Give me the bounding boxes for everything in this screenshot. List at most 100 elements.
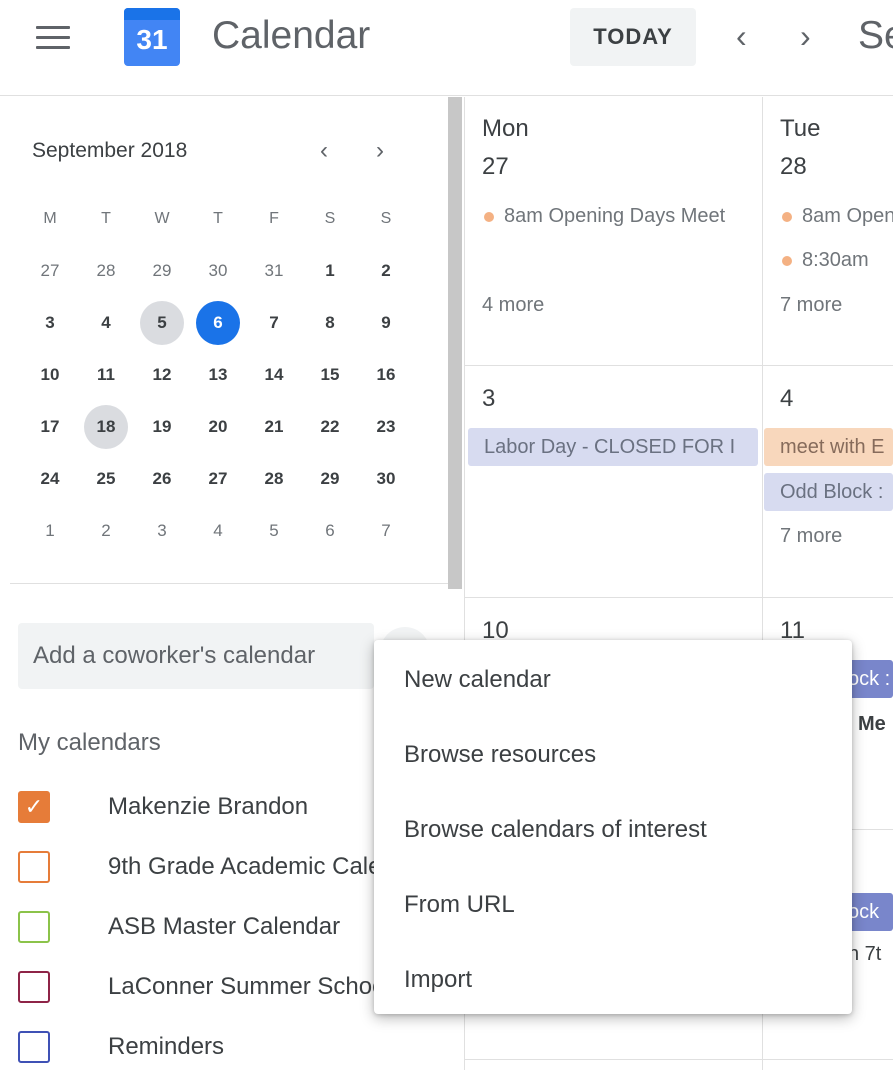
checkbox-icon[interactable]: [18, 851, 50, 883]
mini-calendar-day[interactable]: 22: [302, 405, 358, 449]
more-events-link[interactable]: 7 more: [780, 525, 842, 548]
mini-calendar-day[interactable]: 7: [358, 509, 414, 553]
mini-calendar-day[interactable]: 15: [302, 353, 358, 397]
mini-calendar-day[interactable]: 4: [190, 509, 246, 553]
day-number: 17: [40, 417, 60, 436]
day-number: 6: [196, 301, 240, 345]
mini-calendar-day[interactable]: 6: [302, 509, 358, 553]
mini-calendar-day[interactable]: 31: [246, 249, 302, 293]
top-app-bar: 31 Calendar TODAY ‹ › Se: [0, 0, 893, 96]
checkbox-icon[interactable]: [18, 971, 50, 1003]
mini-calendar-day[interactable]: 29: [302, 457, 358, 501]
checkbox-checked-icon[interactable]: ✓: [18, 791, 50, 823]
day-number: 27: [40, 261, 60, 280]
mini-calendar-title: September 2018: [32, 139, 188, 162]
day-number: 14: [264, 365, 284, 384]
calendar-name: LaConner Summer School: [108, 973, 391, 1000]
mini-calendar-day[interactable]: 27: [190, 457, 246, 501]
event-dot-icon: [782, 255, 792, 266]
prev-period-icon[interactable]: ‹: [736, 18, 747, 55]
mini-calendar-day[interactable]: 20: [190, 405, 246, 449]
event-text[interactable]: n 7t: [848, 943, 881, 966]
event-chip[interactable]: Labor Day - CLOSED FOR I: [468, 428, 758, 466]
mini-calendar-day[interactable]: 14: [246, 353, 302, 397]
mini-calendar-day[interactable]: 19: [134, 405, 190, 449]
event-item[interactable]: 8am Opening: [782, 205, 893, 228]
mini-calendar-day[interactable]: 17: [22, 405, 78, 449]
menu-item-browse-resources[interactable]: Browse resources: [374, 717, 852, 792]
mini-calendar-day[interactable]: 24: [22, 457, 78, 501]
event-item[interactable]: 8:30am: [782, 249, 893, 272]
checkbox-icon[interactable]: [18, 911, 50, 943]
mini-calendar-day[interactable]: 1: [302, 249, 358, 293]
sidebar-scrollbar[interactable]: [448, 97, 462, 589]
mini-calendar-day[interactable]: 2: [358, 249, 414, 293]
day-number[interactable]: 28: [780, 153, 807, 181]
mini-calendar-day[interactable]: 28: [246, 457, 302, 501]
menu-item-from-url[interactable]: From URL: [374, 867, 852, 942]
event-chip[interactable]: Odd Block :: [764, 473, 893, 511]
add-coworker-input[interactable]: [18, 623, 374, 689]
mini-calendar-today[interactable]: 6: [190, 301, 246, 345]
day-number: 5: [140, 301, 184, 345]
mini-calendar-day[interactable]: 4: [78, 301, 134, 345]
mini-calendar-day[interactable]: 12: [134, 353, 190, 397]
mini-calendar-prev-icon[interactable]: ‹: [320, 137, 328, 165]
next-period-icon[interactable]: ›: [800, 18, 811, 55]
mini-calendar-day[interactable]: 1: [22, 509, 78, 553]
mini-calendar-day[interactable]: 11: [78, 353, 134, 397]
menu-item-browse-calendars-of-interest[interactable]: Browse calendars of interest: [374, 792, 852, 867]
day-number: 1: [45, 521, 55, 540]
event-dot-icon: [484, 211, 494, 222]
mini-calendar-next-icon[interactable]: ›: [376, 137, 384, 165]
event-item[interactable]: 8am Opening Days Meet: [484, 205, 758, 228]
mini-calendar-day[interactable]: 29: [134, 249, 190, 293]
mini-calendar-day[interactable]: 21: [246, 405, 302, 449]
day-number: 5: [269, 521, 279, 540]
weekday-label: M: [43, 210, 57, 227]
mini-calendar-day[interactable]: 3: [134, 509, 190, 553]
event-chip[interactable]: meet with E: [764, 428, 893, 466]
day-number[interactable]: 4: [780, 385, 793, 413]
today-button[interactable]: TODAY: [570, 8, 696, 66]
event-text[interactable]: Me: [858, 713, 886, 736]
mini-calendar-day[interactable]: 10: [22, 353, 78, 397]
menu-item-import[interactable]: Import: [374, 942, 852, 1017]
mini-calendar-day[interactable]: 30: [190, 249, 246, 293]
mini-calendar-day[interactable]: 5: [246, 509, 302, 553]
mini-calendar-day[interactable]: 23: [358, 405, 414, 449]
day-number: 18: [84, 405, 128, 449]
mini-calendar-day[interactable]: 2: [78, 509, 134, 553]
calendar-logo-icon[interactable]: 31: [124, 8, 180, 66]
day-number: 11: [97, 365, 115, 384]
mini-calendar-weekdays: MTWTFSS: [22, 193, 414, 245]
mini-calendar-week: 3 4 56 7 8 9: [22, 297, 414, 349]
mini-calendar-day[interactable]: 7: [246, 301, 302, 345]
day-number: 30: [208, 261, 228, 280]
weekday-label: T: [101, 210, 111, 227]
menu-item-new-calendar[interactable]: New calendar: [374, 642, 852, 717]
mini-calendar-day[interactable]: 16: [358, 353, 414, 397]
day-number[interactable]: 3: [482, 385, 495, 413]
calendar-list-item[interactable]: Reminders: [18, 1029, 458, 1065]
day-number[interactable]: 27: [482, 153, 509, 181]
mini-calendar-week: 17 18 19 20 21 22 23: [22, 401, 414, 453]
checkbox-icon[interactable]: [18, 1031, 50, 1063]
main-menu-icon[interactable]: [36, 26, 72, 52]
mini-calendar-day[interactable]: 25: [78, 457, 134, 501]
day-number: 3: [157, 521, 167, 540]
mini-calendar-day[interactable]: 18: [78, 405, 134, 449]
mini-calendar-day[interactable]: 30: [358, 457, 414, 501]
mini-calendar-day[interactable]: 27: [22, 249, 78, 293]
mini-calendar-day[interactable]: 28: [78, 249, 134, 293]
mini-calendar-day[interactable]: 3: [22, 301, 78, 345]
more-events-link[interactable]: 7 more: [780, 294, 842, 317]
weekday-label: T: [213, 210, 223, 227]
mini-calendar-day[interactable]: 8: [302, 301, 358, 345]
mini-calendar-day[interactable]: 26: [134, 457, 190, 501]
mini-calendar-day[interactable]: 9: [358, 301, 414, 345]
mini-calendar-day[interactable]: 5: [134, 301, 190, 345]
more-events-link[interactable]: 4 more: [482, 294, 544, 317]
logo-day-number: 31: [136, 24, 168, 55]
mini-calendar-day[interactable]: 13: [190, 353, 246, 397]
